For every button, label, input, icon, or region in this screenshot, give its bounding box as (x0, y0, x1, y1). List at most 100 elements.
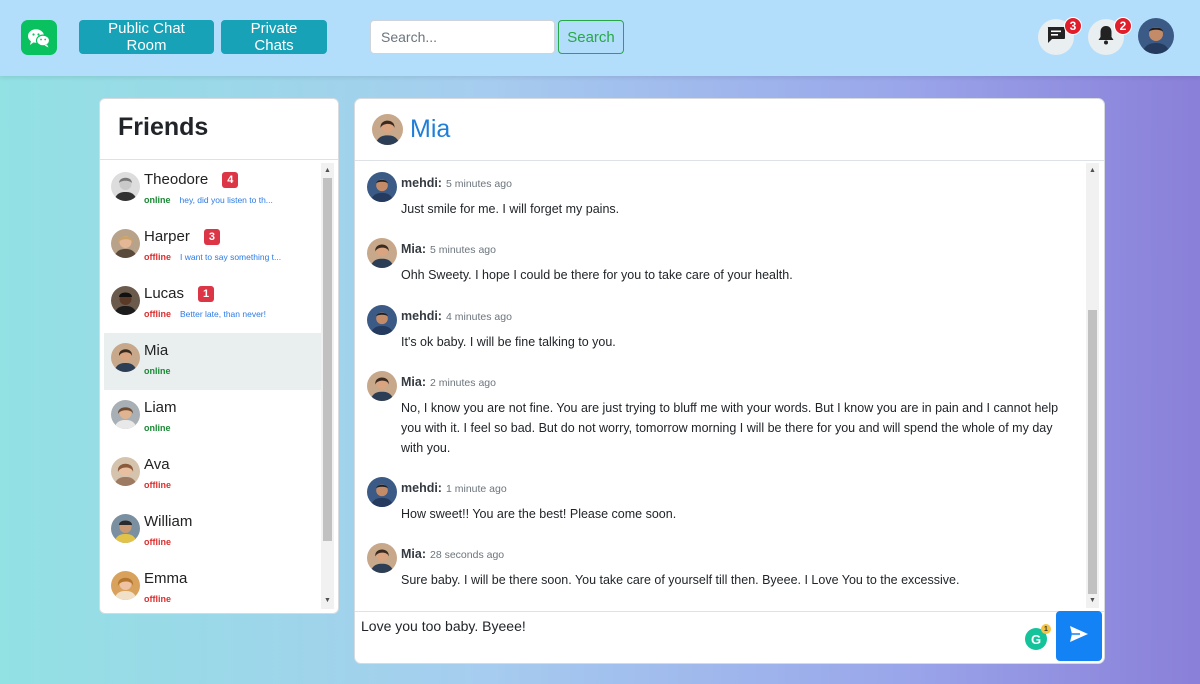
avatar (111, 400, 140, 429)
top-navbar: Public Chat Room Private Chats Search 3 … (0, 0, 1200, 76)
scroll-up-arrow-icon[interactable]: ▲ (1086, 165, 1099, 177)
message-time: 1 minute ago (445, 483, 507, 495)
message-text: It's ok baby. I will be fine talking to … (401, 335, 616, 349)
messages-button[interactable]: 3 (1038, 17, 1082, 55)
unread-badge: 4 (222, 172, 239, 188)
chat-bubble-icon (1046, 26, 1066, 49)
search-input[interactable] (370, 20, 555, 54)
avatar (367, 477, 397, 507)
message-author: Mia: (401, 242, 426, 256)
public-chat-room-button[interactable]: Public Chat Room (79, 20, 214, 54)
avatar (111, 514, 140, 543)
message-time: 4 minutes ago (445, 311, 512, 323)
friend-name: Ava (144, 456, 170, 473)
friends-panel: Friends Theodore 4 online hey, did you lis… (99, 98, 339, 614)
wechat-logo-icon[interactable] (21, 20, 57, 55)
contact-avatar (372, 114, 403, 145)
message-input[interactable]: Love you too baby. Byeee! (361, 618, 526, 634)
private-chats-button[interactable]: Private Chats (221, 20, 327, 54)
bell-icon (1097, 25, 1115, 50)
message-time: 28 seconds ago (430, 549, 505, 561)
user-avatar[interactable] (1138, 18, 1174, 54)
message-time: 2 minutes ago (430, 377, 496, 389)
search-button[interactable]: Search (558, 20, 624, 54)
status-label: offline (144, 480, 171, 490)
message-text: No, I know you are not fine. You are jus… (401, 401, 1059, 455)
message-time: 5 minutes ago (430, 244, 496, 256)
send-button[interactable] (1056, 611, 1102, 661)
notifications-button[interactable]: 2 (1088, 17, 1132, 55)
avatar (367, 238, 397, 268)
messages-count-badge: 3 (1064, 17, 1082, 35)
friend-item-harper[interactable]: Harper 3 offline I want to say something t… (104, 219, 321, 276)
last-message-preview: Better late, than never! (180, 309, 266, 319)
status-label: offline (144, 594, 171, 604)
last-message-preview: hey, did you listen to th... (179, 195, 273, 205)
friend-name: Lucas (144, 285, 185, 302)
status-label: offline (144, 252, 171, 262)
message-author: Mia: (401, 547, 426, 561)
grammarly-count-badge: 1 (1041, 624, 1051, 634)
message-text: How sweet!! You are the best! Please com… (401, 507, 677, 521)
message-text: Sure baby. I will be there soon. You tak… (401, 573, 960, 587)
friends-header: Friends (100, 99, 338, 160)
friend-name: Liam (144, 399, 177, 416)
friend-list: Theodore 4 online hey, did you listen to t… (104, 162, 321, 613)
avatar (111, 229, 140, 258)
status-label: offline (144, 309, 171, 319)
message-item: Mia: 28 seconds ago Sure baby. I will be … (367, 543, 1071, 590)
friend-item-mia[interactable]: Mia online (104, 333, 321, 390)
status-label: offline (144, 537, 171, 547)
avatar (367, 371, 397, 401)
scroll-up-arrow-icon[interactable]: ▲ (321, 165, 334, 177)
avatar (367, 172, 397, 202)
scroll-down-arrow-icon[interactable]: ▼ (321, 595, 334, 607)
unread-badge: 1 (198, 286, 215, 302)
avatar (111, 286, 140, 315)
friend-name: Mia (144, 342, 169, 359)
friend-item-theodore[interactable]: Theodore 4 online hey, did you listen to t… (104, 162, 321, 219)
friend-name: Emma (144, 570, 188, 587)
friend-item-william[interactable]: William offline (104, 504, 321, 561)
status-label: online (144, 366, 171, 376)
message-author: mehdi: (401, 309, 442, 323)
scroll-down-arrow-icon[interactable]: ▼ (1086, 595, 1099, 607)
avatar (111, 172, 140, 201)
grammarly-icon[interactable]: G1 (1025, 624, 1051, 650)
avatar (111, 343, 140, 372)
notifications-count-badge: 2 (1114, 17, 1132, 35)
friend-item-emma[interactable]: Emma offline (104, 561, 321, 613)
avatar (111, 571, 140, 600)
message-text: Ohh Sweety. I hope I could be there for … (401, 268, 793, 282)
chat-contact-name: Mia (410, 115, 451, 143)
message-item: Mia: 5 minutes ago Ohh Sweety. I hope I c… (367, 238, 1071, 285)
friend-name: Theodore (144, 171, 209, 188)
last-message-preview: I want to say something t... (180, 252, 282, 262)
status-label: online (144, 195, 171, 205)
message-item: Mia: 2 minutes ago No, I know you are not… (367, 371, 1071, 458)
avatar (111, 457, 140, 486)
message-item: mehdi: 1 minute ago How sweet!! You are t… (367, 477, 1071, 524)
friend-item-ava[interactable]: Ava offline (104, 447, 321, 504)
scrollbar-thumb[interactable] (1088, 310, 1097, 594)
message-author: mehdi: (401, 176, 442, 190)
friend-item-liam[interactable]: Liam online (104, 390, 321, 447)
avatar (367, 543, 397, 573)
unread-badge: 3 (203, 229, 220, 245)
message-text: Just smile for me. I will forget my pain… (401, 202, 620, 216)
friend-name: Harper (144, 228, 190, 245)
friend-item-lucas[interactable]: Lucas 1 offline Better late, than never! (104, 276, 321, 333)
chat-panel: Mia mehdi: 5 minutes ago Just smile for m… (354, 98, 1105, 664)
send-icon (1069, 625, 1089, 648)
chat-header: Mia (355, 99, 1104, 161)
message-author: Mia: (401, 375, 426, 389)
message-time: 5 minutes ago (445, 178, 512, 190)
status-label: online (144, 423, 171, 433)
message-author: mehdi: (401, 481, 442, 495)
chat-scrollbar[interactable]: ▲ ▼ (1086, 163, 1099, 608)
scrollbar-thumb[interactable] (323, 178, 332, 541)
friends-title: Friends (118, 113, 209, 141)
message-item: mehdi: 4 minutes ago It's ok baby. I will… (367, 305, 1071, 352)
friends-scrollbar[interactable]: ▲ ▼ (321, 163, 334, 609)
message-composer[interactable]: Love you too baby. Byeee! G1 (355, 611, 1104, 663)
